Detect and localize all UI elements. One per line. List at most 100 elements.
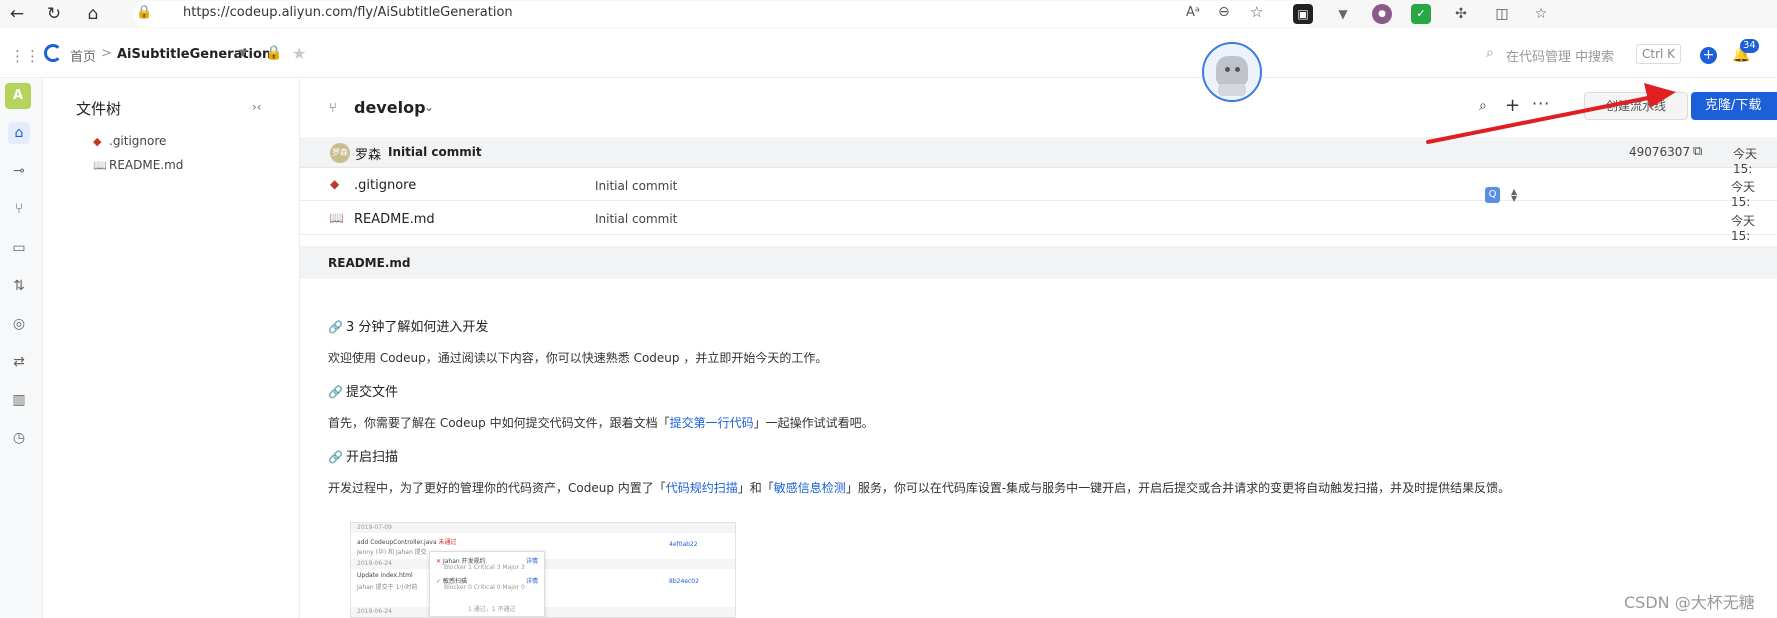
branches-icon[interactable]: ⑂ [8, 198, 30, 220]
robot-head [1216, 56, 1248, 86]
chevron-down-icon[interactable]: ▼ [239, 48, 247, 59]
stats-icon[interactable]: ▥ [8, 389, 30, 411]
tree-item-readme[interactable]: 📖 README.md [93, 158, 183, 176]
search-icon[interactable]: ⌕ [1486, 45, 1494, 61]
doc-link[interactable]: 提交第一行代码 [670, 416, 754, 430]
text: 开发过程中，为了更好的管理你的代码资产，Codeup 内置了「 [328, 481, 666, 495]
shortcut-hint: Ctrl K [1636, 44, 1682, 64]
popup-sub: Blocker 1 Critical 3 Major 3 [444, 564, 525, 571]
read-aloud-icon[interactable]: Aᵃ [1186, 5, 1200, 20]
robot-eye [1235, 67, 1240, 72]
q-widget-icon[interactable]: Q [1485, 187, 1500, 203]
table-row[interactable] [300, 202, 1777, 235]
vue-devtools-icon[interactable]: ▼ [1333, 4, 1353, 24]
commit-message[interactable]: Initial commit [388, 145, 482, 159]
breadcrumb-home[interactable]: 首页 [70, 46, 96, 65]
scan-icon[interactable]: ◎ [8, 313, 30, 335]
codeup-logo[interactable] [44, 44, 62, 62]
doc-link[interactable]: 代码规约扫描 [666, 481, 738, 495]
text: 」和「 [737, 481, 774, 495]
link-icon: 🔗 [328, 450, 343, 464]
file-commit-message[interactable]: Initial commit [595, 212, 677, 226]
commit-author[interactable]: 罗森 [355, 144, 381, 163]
sort-arrows-icon[interactable]: ▲ ▼ [1511, 188, 1517, 203]
file-commit-message[interactable]: Initial commit [595, 179, 677, 193]
back-icon[interactable]: ← [6, 3, 28, 25]
profile-extension-icon[interactable]: ● [1372, 4, 1392, 24]
collections-icon[interactable]: ☆ [1531, 4, 1551, 24]
extensions-puzzle-icon[interactable]: ✣ [1451, 4, 1471, 24]
compare-icon[interactable]: ⇄ [8, 351, 30, 373]
file-time: 今天 15: [1731, 214, 1756, 243]
table-row[interactable] [300, 168, 1777, 201]
readme-image: 2019-07-09 add CodeupController.java 未通过… [350, 522, 736, 618]
branch-selector[interactable]: develop [354, 98, 426, 117]
robot-eye [1225, 67, 1230, 72]
commit-hash: 8b24ec02 [669, 578, 699, 585]
more-icon[interactable]: ··· [1532, 94, 1550, 113]
readme-heading: 🔗 3 分钟了解如何进入开发 [328, 316, 488, 335]
readme-heading: 🔗 提交文件 [328, 381, 398, 400]
badge: 未通过 [438, 539, 457, 546]
search-icon[interactable]: ⌕ [1479, 98, 1487, 114]
repo-name[interactable]: AiSubtitleGeneration [117, 47, 271, 62]
readme-header [300, 246, 1777, 279]
latest-commit-bar [300, 137, 1777, 168]
extension-icon[interactable]: ▣ [1293, 4, 1313, 24]
doc-link[interactable]: 敏感信息检测 [774, 481, 846, 495]
watermark: CSDN @大杯无糖 [1624, 593, 1755, 612]
star-icon[interactable]: ★ [292, 44, 306, 63]
shield-extension-icon[interactable]: ✓ [1411, 4, 1431, 24]
commit-hash[interactable]: 49076307 [1629, 145, 1690, 159]
readme-paragraph: 欢迎使用 Codeup，通过阅读以下内容，你可以快速熟悉 Codeup ，并立即… [328, 351, 828, 365]
user-avatar[interactable]: A [5, 83, 31, 109]
copy-icon[interactable]: ⧉ [1693, 144, 1702, 159]
popup-detail: 详情 [526, 578, 539, 585]
tree-item-label: .gitignore [109, 134, 167, 148]
private-lock-icon: 🔒 [265, 45, 283, 61]
popup-footer: 1 通过，1 不通过 [468, 606, 516, 613]
zoom-out-icon[interactable]: ⊖ [1218, 4, 1230, 20]
lock-icon[interactable]: 🔒 [136, 5, 152, 20]
create-pipeline-button[interactable]: 创建流水线 [1584, 92, 1688, 120]
tree-item-gitignore[interactable]: ◆ .gitignore [93, 134, 166, 152]
text: 」一起操作试试看吧。 [753, 416, 874, 430]
file-name[interactable]: .gitignore [354, 178, 416, 193]
readme-paragraph: 首先，你需要了解在 Codeup 中如何提交代码文件，跟着文档「提交第一行代码」… [328, 414, 874, 431]
text: add CodeupController.java [357, 539, 437, 546]
popup-sub: Blocker 0 Critical 0 Major 0 [444, 584, 525, 591]
robot-body [1218, 84, 1246, 96]
commits-icon[interactable]: ⊸ [8, 160, 30, 182]
collapse-panel-icon[interactable]: ›‹ [252, 100, 262, 114]
reload-icon[interactable]: ↻ [43, 3, 65, 25]
readme-heading: 🔗 开启扫描 [328, 446, 398, 465]
text: 」服务，你可以在代码库设置-集成与服务中一键开启，开启后提交或合并请求的变更将自… [845, 481, 1511, 495]
history-icon[interactable]: ◷ [8, 427, 30, 449]
tree-item-label: README.md [109, 158, 184, 172]
scan-popup: ✕ Jahan 开发规约 Blocker 1 Critical 3 Major … [429, 551, 545, 617]
file-name[interactable]: README.md [354, 212, 435, 227]
tags-icon[interactable]: ▭ [8, 237, 30, 259]
git-icon: ◆ [330, 177, 340, 191]
commit-meta: Jahan 提交于 1小时前 [357, 584, 418, 591]
favorite-add-icon[interactable]: ☆ [1250, 3, 1263, 21]
merge-requests-icon[interactable]: ⇅ [8, 275, 30, 297]
heading-text: 提交文件 [346, 385, 399, 400]
home-icon[interactable]: ⌂ [82, 3, 104, 25]
create-plus-button[interactable]: + [1700, 47, 1717, 64]
heading-text: 3 分钟了解如何进入开发 [346, 320, 489, 335]
robot-assistant-icon[interactable] [1202, 42, 1262, 102]
branch-icon: ⑂ [329, 101, 337, 116]
global-search-input[interactable]: 在代码管理 中搜索 [1506, 46, 1614, 65]
readme-title: README.md [328, 256, 411, 270]
add-icon[interactable]: + [1505, 95, 1520, 116]
code-home-icon[interactable]: ⌂ [8, 122, 30, 144]
file-tree-title: 文件树 [76, 100, 122, 118]
clone-download-button[interactable]: 克隆/下载 [1691, 92, 1777, 120]
chevron-down-icon[interactable]: ⌄ [424, 100, 434, 114]
split-screen-icon[interactable]: ◫ [1492, 4, 1512, 24]
url-text[interactable]: https://codeup.aliyun.com/fly/AiSubtitle… [183, 5, 513, 20]
app-grid-icon[interactable]: ⋮⋮ [10, 47, 40, 65]
text: 首先，你需要了解在 Codeup 中如何提交代码文件，跟着文档「 [328, 416, 670, 430]
link-icon: 🔗 [328, 385, 343, 399]
